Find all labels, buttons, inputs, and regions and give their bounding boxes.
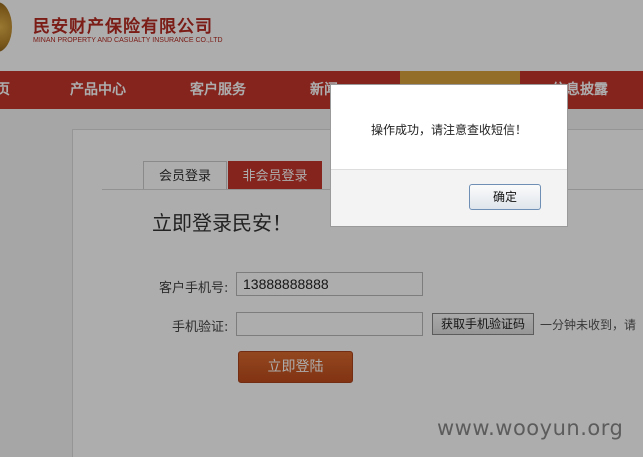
dialog-body: 操作成功，请注意查收短信！ bbox=[331, 85, 567, 169]
alert-dialog: 操作成功，请注意查收短信！ 确定 bbox=[330, 84, 568, 227]
modal-overlay bbox=[0, 0, 643, 457]
dialog-message: 操作成功，请注意查收短信！ bbox=[370, 123, 527, 137]
dialog-ok-button[interactable]: 确定 bbox=[469, 184, 541, 210]
watermark-text: www.wooyun.org bbox=[437, 416, 624, 440]
dialog-footer: 确定 bbox=[331, 169, 567, 226]
page: 民安财产保险有限公司 MINAN PROPERTY AND CASUALTY I… bbox=[0, 0, 643, 457]
